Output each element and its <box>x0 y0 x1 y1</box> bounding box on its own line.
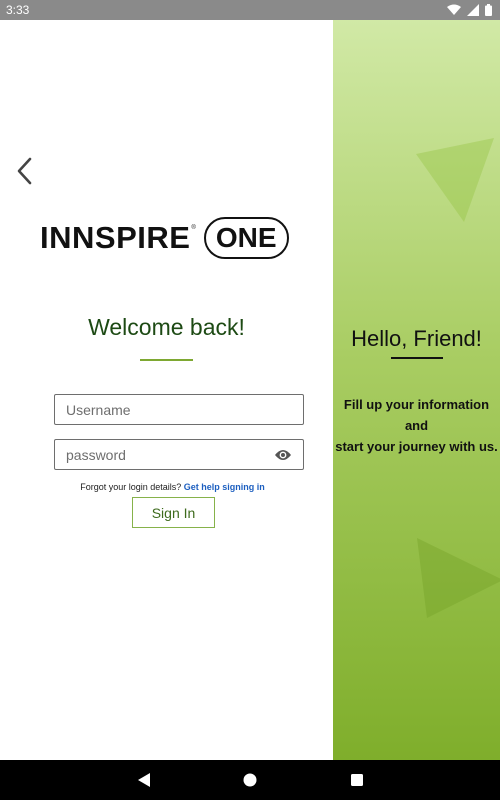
forgot-text: Forgot your login details? <box>80 482 182 492</box>
brand-logo-trademark: ® <box>191 225 196 231</box>
hello-panel: Hello, Friend! Fill up your information … <box>333 20 500 760</box>
brand-logo-pill: ONE <box>203 217 289 259</box>
username-input[interactable] <box>66 401 292 418</box>
status-icons <box>447 4 492 16</box>
back-button[interactable] <box>12 157 36 190</box>
recents-square-icon[interactable] <box>350 772 364 793</box>
username-field-container <box>54 394 304 425</box>
login-panel: INNSPIRE ® ONE Welcome back! Forgot your… <box>0 20 333 760</box>
hello-line-1: Fill up your information <box>343 397 490 412</box>
forgot-row: Forgot your login details? Get help sign… <box>0 482 345 492</box>
welcome-title: Welcome back! <box>88 314 245 340</box>
brand-logo-main: INNSPIRE <box>40 220 191 255</box>
triangle-decoration-bottom <box>417 538 500 618</box>
home-circle-icon[interactable] <box>243 772 257 793</box>
wifi-icon <box>447 4 461 16</box>
signal-icon <box>467 4 479 16</box>
status-time: 3:33 <box>6 3 30 17</box>
hello-title: Hello, Friend! <box>351 326 482 351</box>
help-signing-in-link[interactable]: Get help signing in <box>184 482 265 492</box>
hello-line-2: and <box>404 418 429 433</box>
password-field-container <box>54 439 304 470</box>
welcome-underline <box>140 359 193 361</box>
password-input[interactable] <box>66 446 274 463</box>
brand-logo: INNSPIRE ® ONE <box>40 216 302 260</box>
chevron-left-icon <box>16 157 32 190</box>
triangle-decoration-top <box>416 138 494 222</box>
status-bar: 3:33 <box>0 0 500 20</box>
eye-icon[interactable] <box>274 448 292 462</box>
battery-icon <box>485 4 492 16</box>
navigation-bar <box>0 760 500 800</box>
hello-underline <box>391 357 443 359</box>
hello-line-3: start your journey with us. <box>335 439 498 454</box>
back-triangle-icon[interactable] <box>137 772 151 793</box>
sign-in-button[interactable]: Sign In <box>132 497 215 528</box>
